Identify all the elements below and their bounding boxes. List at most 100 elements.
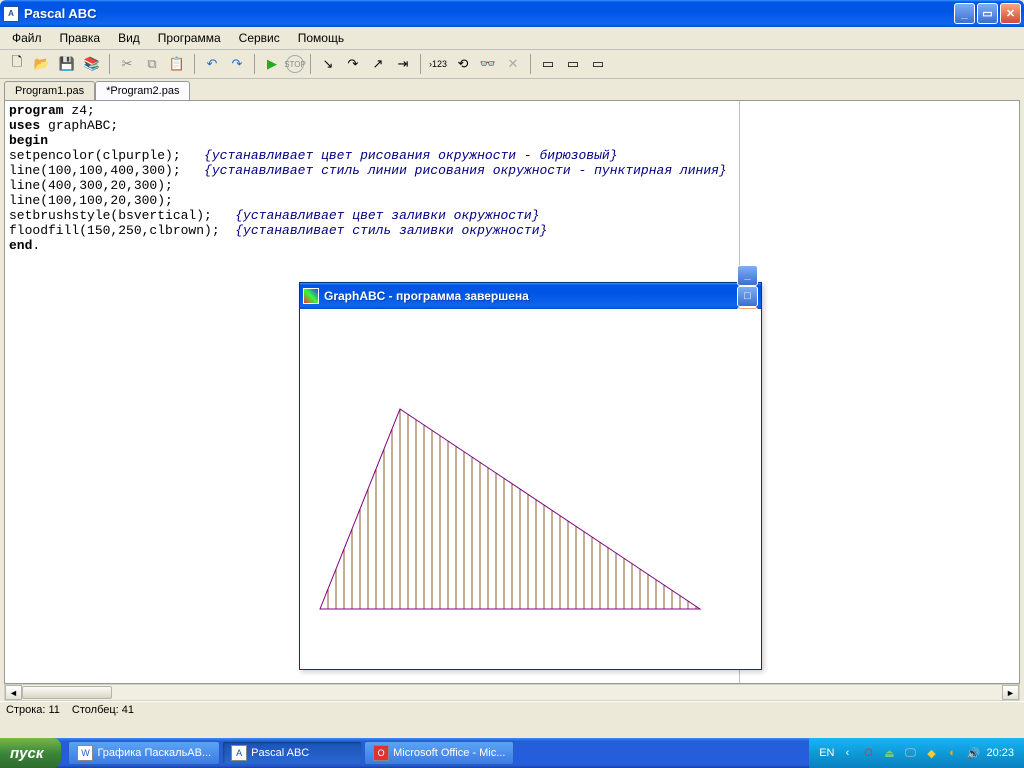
code-text: line(100,100,20,300);	[9, 193, 173, 208]
code-text: .	[32, 238, 40, 253]
opera-icon: O	[373, 745, 389, 761]
watch-icon[interactable]: ›123	[427, 53, 449, 75]
minimize-button[interactable]: _	[954, 3, 975, 24]
scroll-right-icon[interactable]: ►	[1002, 685, 1019, 700]
cut-icon[interactable]: ✂	[116, 53, 138, 75]
menu-file[interactable]: Файл	[4, 28, 50, 48]
tray-usb-icon[interactable]: ⏏	[881, 745, 897, 761]
find-icon[interactable]: 👓	[477, 53, 499, 75]
code-comment: {устанавливает стиль линии рисования окр…	[204, 163, 727, 178]
menubar: Файл Правка Вид Программа Сервис Помощь	[0, 27, 1024, 50]
statusbar: Строка: 11 Столбец: 41	[0, 701, 1024, 719]
restore-button[interactable]: ▭	[977, 3, 998, 24]
graph-window-title: GraphABC - программа завершена	[324, 289, 737, 303]
taskbar-label: Microsoft Office - Mic...	[393, 747, 505, 759]
code-text: z4;	[64, 103, 95, 118]
undo-icon[interactable]: ↶	[201, 53, 223, 75]
start-label: пуск	[10, 745, 43, 762]
editor-right-pane	[739, 101, 1019, 683]
status-col: Столбец: 41	[72, 704, 134, 717]
code-text: setpencolor(clpurple);	[9, 148, 204, 163]
window-icon-3[interactable]: ▭	[587, 53, 609, 75]
tray-opera-icon[interactable]: O	[860, 745, 876, 761]
window-icon-2[interactable]: ▭	[562, 53, 584, 75]
tray-shield-icon[interactable]: ◆	[923, 745, 939, 761]
menu-program[interactable]: Программа	[150, 28, 229, 48]
code-text: setbrushstyle(bsvertical);	[9, 208, 235, 223]
taskbar: пуск W Графика ПаскальАВ... A Pascal ABC…	[0, 738, 1024, 768]
scroll-thumb[interactable]	[22, 686, 112, 699]
code-text: graphABC;	[40, 118, 118, 133]
run-to-cursor-icon[interactable]: ⇥	[392, 53, 414, 75]
main-titlebar: A Pascal ABC _ ▭ ✕	[0, 0, 1024, 27]
paste-icon[interactable]: 📋	[166, 53, 188, 75]
step-over-icon[interactable]: ↷	[342, 53, 364, 75]
clock[interactable]: 20:23	[986, 747, 1014, 759]
graph-maximize-button[interactable]: □	[737, 286, 758, 307]
code-keyword: uses	[9, 118, 40, 133]
taskbar-label: Pascal ABC	[251, 747, 309, 759]
separator	[310, 54, 311, 74]
menu-edit[interactable]: Правка	[52, 28, 109, 48]
toolbar: 🗋 📂 💾 📚 ✂ ⧉ 📋 ↶ ↷ ▶ STOP ↘ ↷ ↗ ⇥ ›123 ⟲ …	[0, 50, 1024, 79]
word-icon: W	[77, 745, 93, 761]
step-out-icon[interactable]: ↗	[367, 53, 389, 75]
copy-icon[interactable]: ⧉	[141, 53, 163, 75]
redo-icon[interactable]: ↷	[226, 53, 248, 75]
code-keyword: end	[9, 238, 32, 253]
breakpoint-icon[interactable]: ⟲	[452, 53, 474, 75]
delete-icon[interactable]: ✕	[502, 53, 524, 75]
code-keyword: program	[9, 103, 64, 118]
start-button[interactable]: пуск	[0, 738, 61, 768]
tray-sync-icon[interactable]: ◐	[944, 745, 960, 761]
separator	[420, 54, 421, 74]
separator	[194, 54, 195, 74]
run-icon[interactable]: ▶	[261, 53, 283, 75]
graph-titlebar[interactable]: GraphABC - программа завершена _ □ ✕	[300, 283, 761, 309]
tab-program2[interactable]: *Program2.pas	[95, 81, 190, 100]
code-text: line(400,300,20,300);	[9, 178, 173, 193]
taskbar-item-pascal[interactable]: A Pascal ABC	[222, 741, 362, 765]
graph-canvas	[300, 309, 761, 669]
stop-icon[interactable]: STOP	[286, 55, 304, 73]
code-text: floodfill(150,250,clbrown);	[9, 223, 235, 238]
tray-volume-icon[interactable]: 🔊	[965, 745, 981, 761]
horizontal-scrollbar[interactable]: ◄ ►	[4, 684, 1020, 701]
code-text: line(100,100,400,300);	[9, 163, 204, 178]
new-file-icon[interactable]: 🗋	[6, 53, 28, 75]
step-into-icon[interactable]: ↘	[317, 53, 339, 75]
tabbar: Program1.pas *Program2.pas	[0, 79, 1024, 100]
pascal-icon: A	[231, 745, 247, 761]
taskbar-item-office[interactable]: O Microsoft Office - Mic...	[364, 741, 514, 765]
separator	[530, 54, 531, 74]
code-comment: {устанавливает цвет заливки окружности}	[235, 208, 539, 223]
menu-help[interactable]: Помощь	[290, 28, 352, 48]
open-file-icon[interactable]: 📂	[31, 53, 53, 75]
graph-minimize-button[interactable]: _	[737, 265, 758, 286]
separator	[109, 54, 110, 74]
code-comment: {устанавливает стиль заливки окружности}	[235, 223, 547, 238]
save-all-icon[interactable]: 📚	[81, 53, 103, 75]
menu-view[interactable]: Вид	[110, 28, 148, 48]
window-icon-1[interactable]: ▭	[537, 53, 559, 75]
separator	[254, 54, 255, 74]
tab-program1[interactable]: Program1.pas	[4, 81, 95, 100]
menu-service[interactable]: Сервис	[231, 28, 288, 48]
window-title: Pascal ABC	[24, 6, 954, 21]
system-tray: EN ‹ O ⏏ 🖵 ◆ ◐ 🔊 20:23	[809, 738, 1024, 768]
app-icon: A	[3, 6, 19, 22]
scroll-left-icon[interactable]: ◄	[5, 685, 22, 700]
language-indicator[interactable]: EN	[819, 747, 834, 759]
save-icon[interactable]: 💾	[56, 53, 78, 75]
triangle-drawing	[300, 309, 761, 669]
status-line: Строка: 11	[6, 704, 60, 717]
code-comment: {устанавливает цвет рисования окружности…	[204, 148, 617, 163]
tray-monitor-icon[interactable]: 🖵	[902, 745, 918, 761]
code-keyword: begin	[9, 133, 48, 148]
graph-window[interactable]: GraphABC - программа завершена _ □ ✕	[299, 282, 762, 670]
tray-divider-icon[interactable]: ‹	[839, 745, 855, 761]
taskbar-item-word[interactable]: W Графика ПаскальАВ...	[68, 741, 220, 765]
close-button[interactable]: ✕	[1000, 3, 1021, 24]
taskbar-label: Графика ПаскальАВ...	[97, 747, 211, 759]
graph-app-icon	[303, 288, 319, 304]
